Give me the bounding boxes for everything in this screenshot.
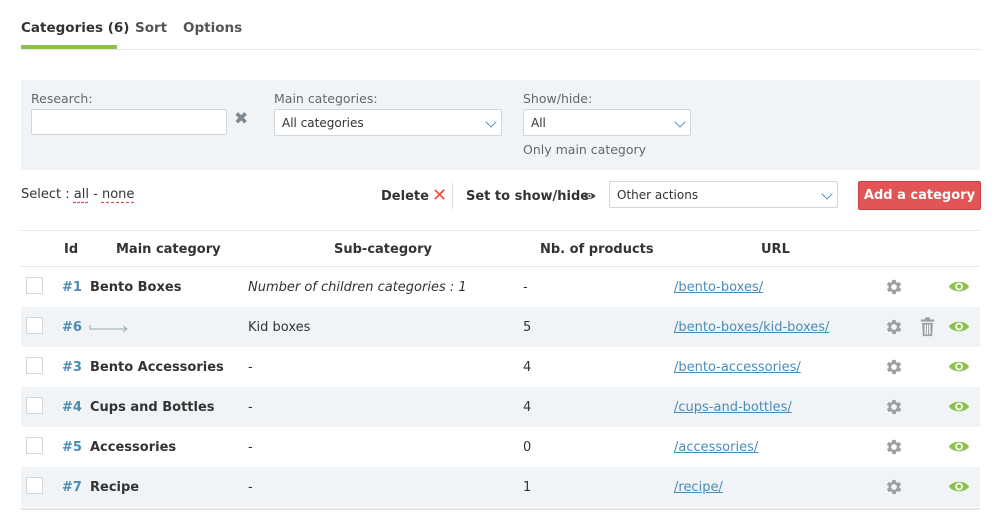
show-hide-select[interactable]: All — [523, 109, 691, 136]
header-sub-category: Sub-category — [334, 242, 432, 257]
row-main-category: Cups and Bottles — [90, 400, 215, 415]
show-hide-label: Show/hide: — [523, 91, 593, 106]
row-id-link[interactable]: #6 — [62, 320, 82, 335]
trash-icon[interactable] — [919, 317, 936, 337]
filter-panel: Research: ✖ Main categories: All categor… — [21, 80, 980, 170]
other-actions-value: Other actions — [617, 188, 699, 202]
row-url-link[interactable]: /bento-accessories/ — [674, 360, 801, 375]
row-nb-products: 4 — [523, 400, 532, 415]
main-categories-value: All categories — [282, 116, 364, 130]
row-main-category: Bento Accessories — [90, 360, 224, 375]
active-tab-indicator — [21, 45, 117, 49]
tab-options[interactable]: Options — [183, 20, 242, 36]
row-checkbox[interactable] — [26, 277, 43, 294]
row-checkbox[interactable] — [26, 477, 43, 494]
chevron-down-icon — [821, 188, 833, 200]
set-show-hide-button[interactable]: Set to show/hide — [466, 189, 589, 204]
row-id-link[interactable]: #4 — [62, 400, 82, 415]
eye-icon[interactable] — [948, 439, 970, 454]
eye-icon[interactable] — [948, 279, 970, 294]
header-id: Id — [64, 242, 79, 257]
add-category-button[interactable]: Add a category — [858, 181, 981, 210]
delete-button[interactable]: Delete — [381, 189, 429, 204]
gear-icon[interactable] — [884, 317, 904, 337]
table-row: #3 Bento Accessories - 4 /bento-accessor… — [21, 347, 980, 387]
row-id-link[interactable]: #3 — [62, 360, 82, 375]
show-hide-value: All — [531, 116, 546, 130]
chevron-down-icon — [485, 116, 497, 128]
row-main-category: Accessories — [90, 440, 177, 455]
row-sub-category: - — [248, 360, 253, 375]
row-sub-category: - — [248, 440, 253, 455]
gear-icon[interactable] — [884, 357, 904, 377]
research-input[interactable] — [31, 109, 227, 135]
row-checkbox[interactable] — [26, 437, 43, 454]
gear-icon[interactable] — [884, 397, 904, 417]
select-controls: Select : all - none — [21, 187, 134, 202]
row-sub-category: Number of children categories : 1 — [248, 280, 467, 295]
table-row: #6 Kid boxes 5 /bento-boxes/kid-boxes/ — [21, 307, 980, 347]
select-none-link[interactable]: none — [102, 187, 134, 202]
row-url-link[interactable]: /accessories/ — [674, 440, 758, 455]
table-row: #1 Bento Boxes Number of children catego… — [21, 267, 980, 307]
main-categories-label: Main categories: — [274, 91, 378, 106]
chevron-down-icon — [674, 116, 686, 128]
select-label: Select : — [21, 187, 70, 202]
table-header: Id Main category Sub-category Nb. of pro… — [21, 230, 980, 267]
row-nb-products: 4 — [523, 360, 532, 375]
row-url-link[interactable]: /cups-and-bottles/ — [674, 400, 792, 415]
table-row: #5 Accessories - 0 /accessories/ — [21, 427, 980, 467]
header-main-category: Main category — [116, 242, 221, 257]
row-id-link[interactable]: #1 — [62, 280, 82, 295]
select-all-link[interactable]: all — [74, 187, 89, 202]
tab-categories[interactable]: Categories (6) — [21, 20, 129, 36]
eye-icon[interactable] — [948, 479, 970, 494]
header-nb-products: Nb. of products — [540, 242, 654, 257]
delete-x-icon[interactable]: ✕ — [432, 185, 447, 206]
divider — [452, 183, 453, 209]
gear-icon[interactable] — [884, 477, 904, 497]
other-actions-select[interactable]: Other actions — [609, 181, 838, 208]
row-main-category: Recipe — [90, 480, 140, 495]
row-checkbox[interactable] — [26, 397, 43, 414]
row-nb-products: 0 — [523, 440, 532, 455]
eye-icon[interactable] — [948, 399, 970, 414]
table-body: #1 Bento Boxes Number of children catego… — [21, 267, 980, 507]
row-sub-category: - — [248, 480, 253, 495]
row-sub-category: - — [248, 400, 253, 415]
row-checkbox[interactable] — [26, 317, 43, 334]
main-categories-select[interactable]: All categories — [274, 109, 502, 136]
table-row: #7 Recipe - 1 /recipe/ — [21, 467, 980, 507]
row-checkbox[interactable] — [26, 357, 43, 374]
row-id-link[interactable]: #5 — [62, 440, 82, 455]
header-url: URL — [761, 242, 790, 257]
only-main-category-link[interactable]: Only main category — [523, 142, 646, 157]
row-main-category: Bento Boxes — [90, 280, 182, 295]
row-nb-products: - — [523, 280, 528, 295]
row-nb-products: 5 — [523, 320, 532, 335]
eye-icon[interactable] — [948, 319, 970, 334]
row-url-link[interactable]: /bento-boxes/kid-boxes/ — [674, 320, 829, 335]
row-id-link[interactable]: #7 — [62, 480, 82, 495]
row-url-link[interactable]: /recipe/ — [674, 480, 723, 495]
eye-icon[interactable] — [583, 191, 596, 201]
eye-icon[interactable] — [948, 359, 970, 374]
research-label: Research: — [31, 91, 93, 106]
row-sub-category: Kid boxes — [248, 320, 311, 335]
tab-bar: Categories (6) Sort Options — [21, 0, 981, 50]
table-bottom-border — [21, 508, 980, 510]
close-icon[interactable]: ✖ — [234, 111, 248, 128]
categories-table: Id Main category Sub-category Nb. of pro… — [21, 230, 980, 507]
row-nb-products: 1 — [523, 480, 532, 495]
table-row: #4 Cups and Bottles - 4 /cups-and-bottle… — [21, 387, 980, 427]
tab-sort[interactable]: Sort — [135, 20, 167, 36]
select-separator: - — [93, 187, 98, 202]
gear-icon[interactable] — [884, 437, 904, 457]
row-url-link[interactable]: /bento-boxes/ — [674, 280, 763, 295]
child-arrow-icon — [89, 325, 128, 333]
gear-icon[interactable] — [884, 277, 904, 297]
